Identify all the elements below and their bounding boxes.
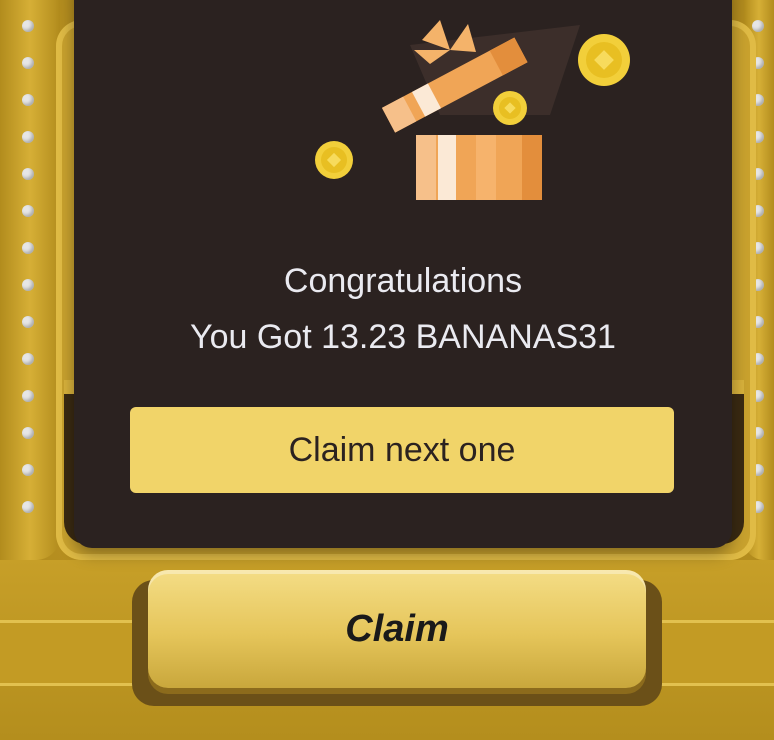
modal-title: Congratulations bbox=[283, 262, 523, 300]
gold-coin-icon bbox=[578, 34, 630, 86]
reward-modal: Congratulations You Got 13.23 BANANAS31 … bbox=[74, 0, 732, 548]
gold-coin-icon bbox=[315, 141, 353, 179]
reward-message: You Got 13.23 BANANAS31 bbox=[190, 318, 616, 356]
rail-lights bbox=[22, 20, 34, 538]
left-studded-rail bbox=[0, 0, 60, 560]
claim-next-button[interactable]: Claim next one bbox=[130, 407, 674, 493]
gold-coin-icon bbox=[493, 91, 527, 125]
open-gift-box-icon bbox=[315, 20, 630, 200]
claim-button[interactable]: Claim bbox=[148, 570, 646, 688]
